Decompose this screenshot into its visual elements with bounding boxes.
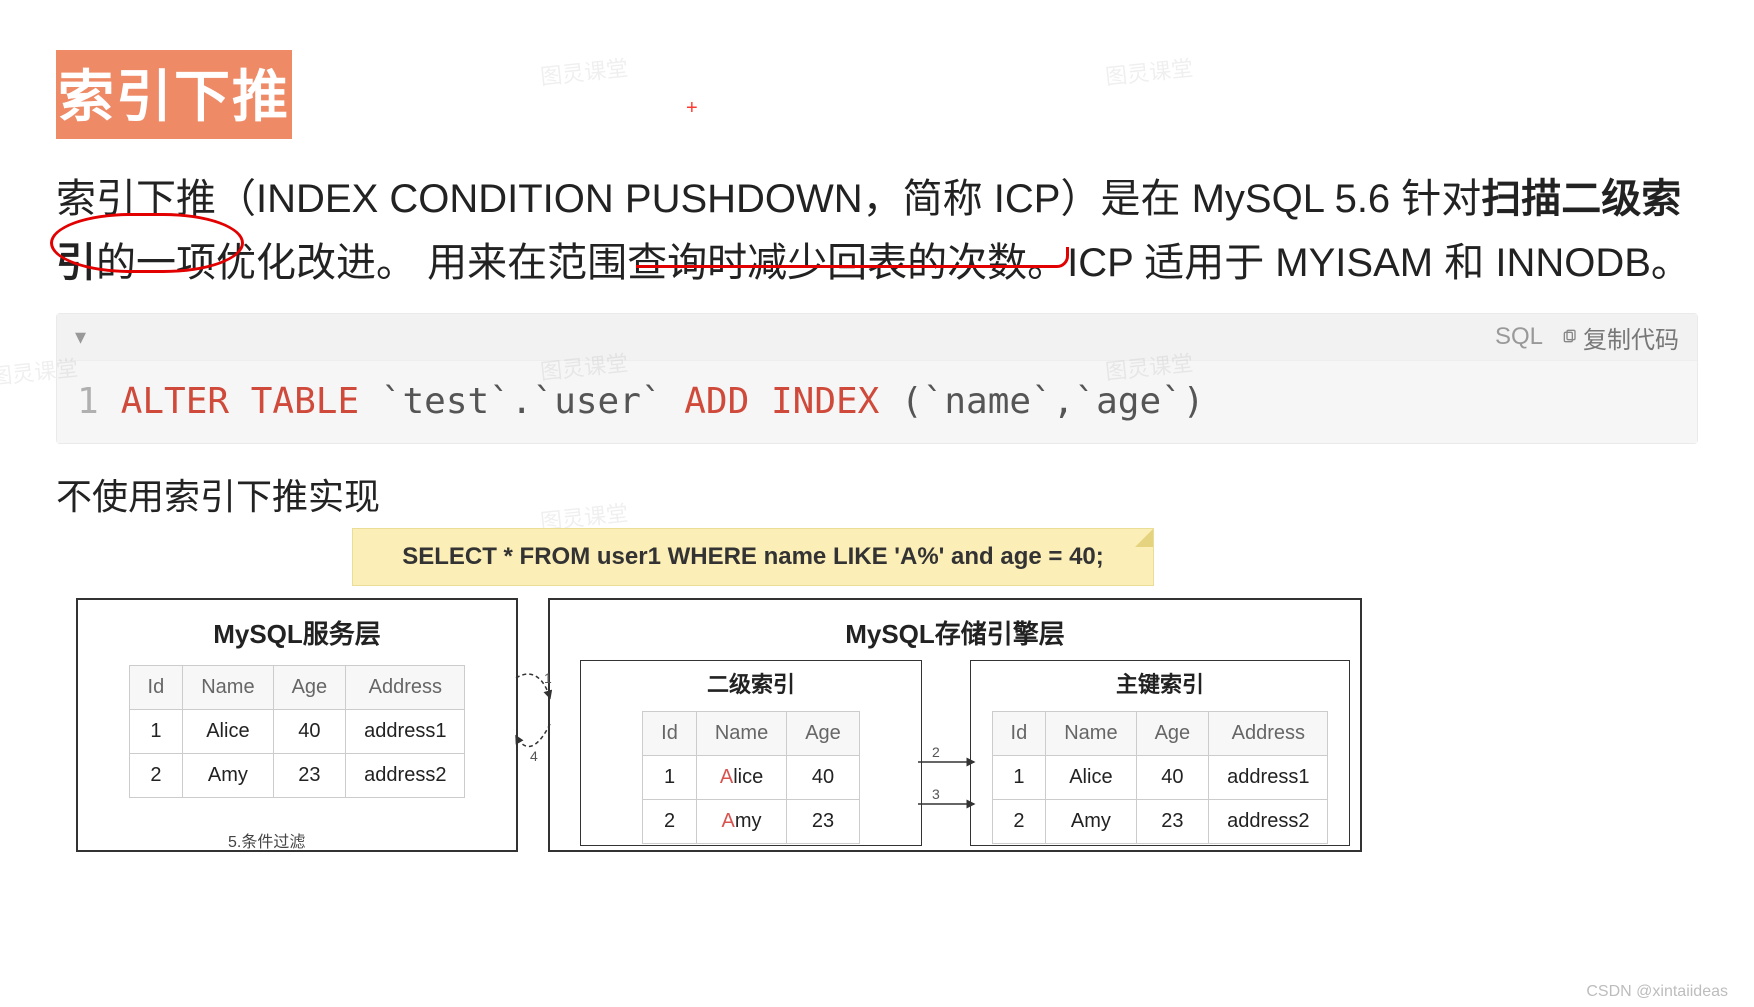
copy-label: 复制代码	[1583, 320, 1679, 355]
primary-index-box: 主键索引 IdNameAgeAddress 1Alice40address1 2…	[970, 660, 1350, 846]
primary-index-table: IdNameAgeAddress 1Alice40address1 2Amy23…	[992, 711, 1329, 844]
table-row: 1Alice40	[643, 756, 860, 800]
secondary-index-box: 二级索引 IdNameAge 1Alice40 2Amy23	[580, 660, 922, 846]
sql-banner: SELECT * FROM user1 WHERE name LIKE 'A%'…	[352, 528, 1154, 586]
table-row: 2Amy23	[643, 800, 860, 844]
code-block: ▾ SQL 复制代码 1 ALTER TABLE `test`.`user`	[56, 313, 1698, 444]
table-row: 1Alice40address1	[992, 756, 1328, 800]
csdn-watermark: CSDN @xintaiideas	[1586, 983, 1728, 1001]
description-paragraph: 索引下推（INDEX CONDITION PUSHDOWN，简称 ICP）是在 …	[56, 167, 1698, 295]
kw-alter: ALTER	[121, 381, 229, 422]
diagram: SELECT * FROM user1 WHERE name LIKE 'A%'…	[56, 528, 1698, 858]
code-lang-label: SQL	[1495, 323, 1543, 351]
page-title: 索引下推	[56, 50, 292, 139]
th: Age	[273, 666, 346, 710]
th: Id	[129, 666, 183, 710]
code-mid: `test`.`user`	[381, 381, 684, 422]
para-text: 。ICP 适用于 MYISAM 和 INNODB。	[1027, 241, 1691, 285]
table-header-row: Id Name Age Address	[129, 666, 465, 710]
arrow-2	[918, 752, 974, 772]
arrow-label-3: 3	[932, 786, 940, 802]
content-area: 索引下推 + 索引下推（INDEX CONDITION PUSHDOWN，简称 …	[0, 0, 1754, 858]
kw-index: INDEX	[771, 381, 879, 422]
mysql-service-layer-box: MySQL服务层 Id Name Age Address 1 Alice 40 …	[76, 598, 518, 852]
copy-icon	[1561, 329, 1577, 345]
cursor-mark: +	[686, 97, 698, 120]
page-root: 图灵课堂 图灵课堂 图灵课堂 图灵课堂 图灵课堂 图灵课堂 索引下推 + 索引下…	[0, 0, 1754, 1007]
arrow-label-4: 4	[530, 748, 538, 764]
arrow-label-2: 2	[932, 744, 940, 760]
table-row: 2 Amy 23 address2	[129, 754, 465, 798]
arrow-3	[918, 794, 974, 814]
arrow-label-1: 1	[544, 670, 552, 686]
copy-code-button[interactable]: 复制代码	[1561, 320, 1679, 355]
para-annotated: 范围查询时减少回表的次数	[547, 241, 1027, 285]
code-body: 1 ALTER TABLE `test`.`user` ADD INDEX (`…	[57, 361, 1697, 443]
primary-index-title: 主键索引	[971, 661, 1349, 705]
section-subheading: 不使用索引下推实现	[56, 468, 1698, 520]
service-layer-table: Id Name Age Address 1 Alice 40 address1 …	[129, 665, 466, 798]
storage-engine-title: MySQL存储引擎层	[550, 600, 1360, 659]
kw-table: TABLE	[251, 381, 359, 422]
line-number: 1	[77, 377, 121, 427]
para-text: 索引下推（INDEX CONDITION PUSHDOWN，简称 ICP）是在 …	[56, 177, 1481, 221]
para-text: 的一项优化改进。 用来在	[96, 241, 547, 285]
code-tail: (`name`,`age`)	[901, 381, 1204, 422]
th: Address	[346, 666, 465, 710]
secondary-index-title: 二级索引	[581, 661, 921, 705]
service-layer-title: MySQL服务层	[78, 600, 516, 659]
secondary-index-table: IdNameAge 1Alice40 2Amy23	[642, 711, 860, 844]
kw-add: ADD	[684, 381, 749, 422]
table-row: 1 Alice 40 address1	[129, 710, 465, 754]
table-row: 2Amy23address2	[992, 800, 1328, 844]
filter-step-label: 5.条件过滤	[228, 828, 305, 852]
th: Name	[183, 666, 273, 710]
code-collapse-toggle[interactable]: ▾	[75, 324, 86, 350]
code-header: ▾ SQL 复制代码	[57, 314, 1697, 361]
